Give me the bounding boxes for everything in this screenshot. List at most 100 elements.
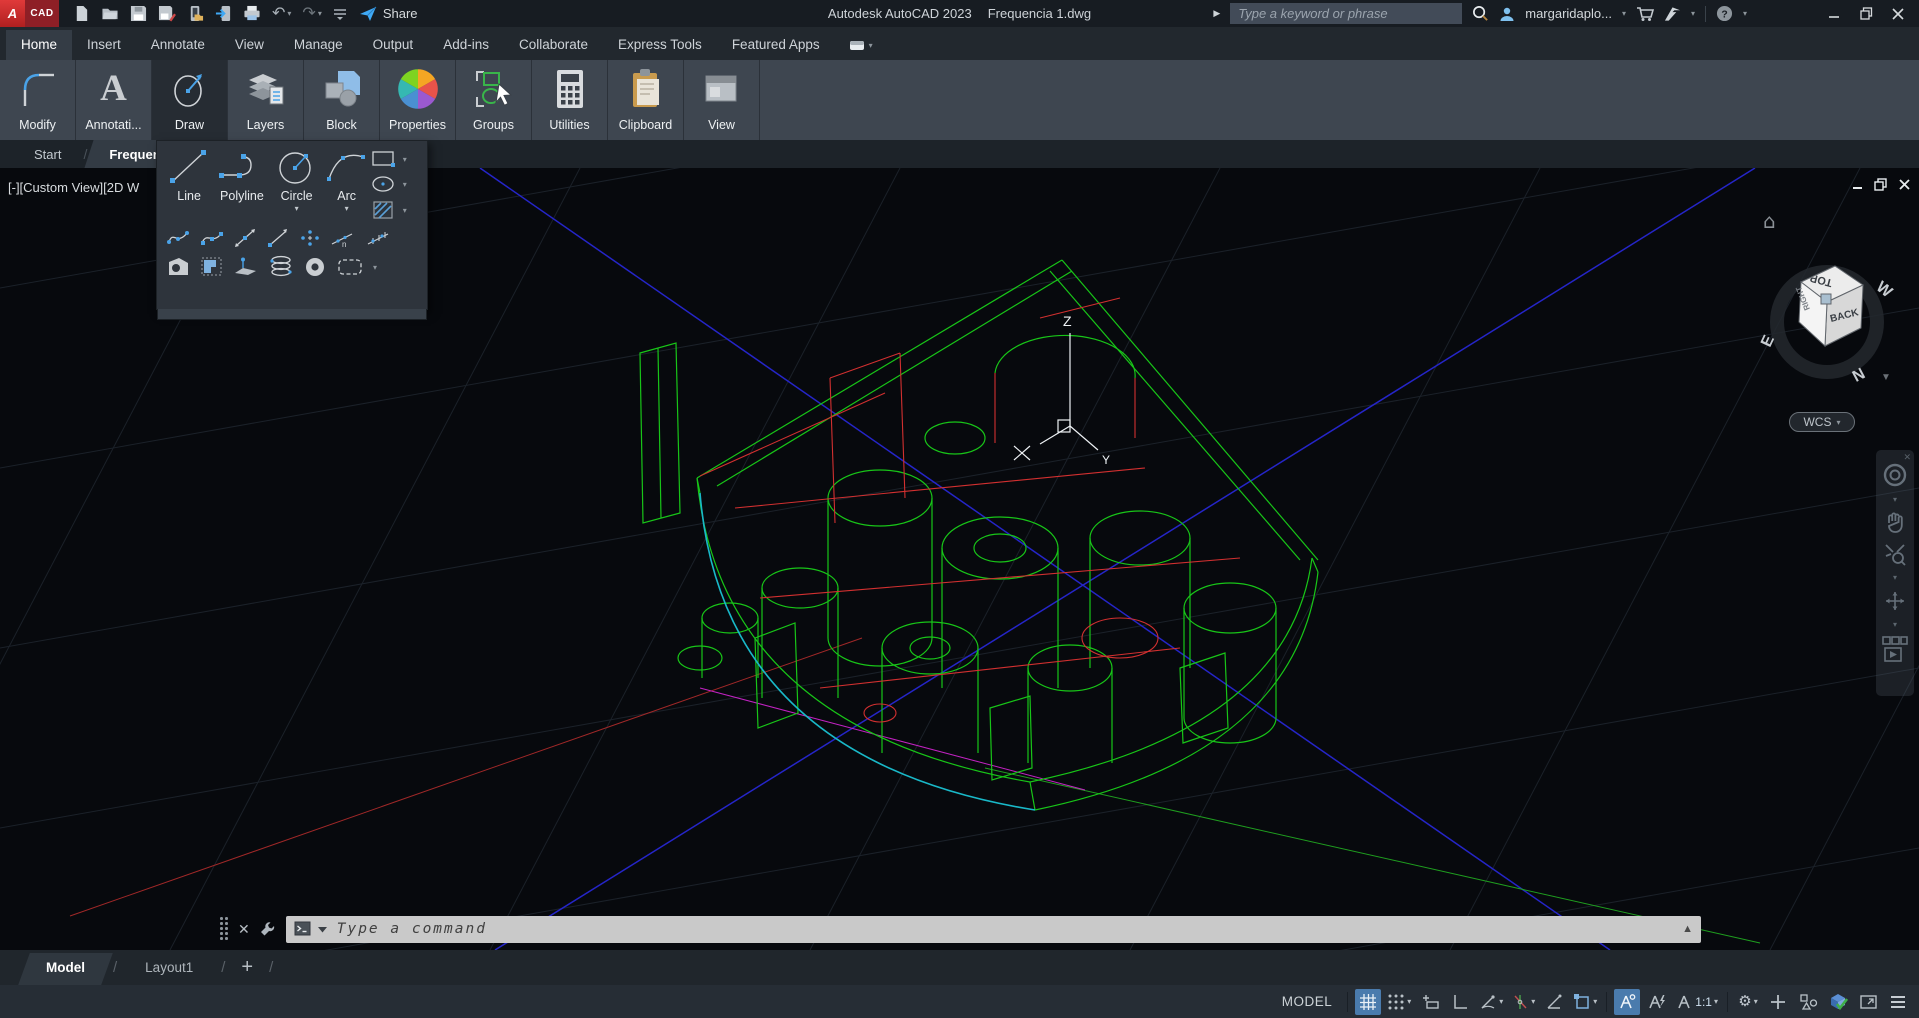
arc-caret-icon[interactable]: ▾: [345, 204, 349, 213]
layout-tab-layout1[interactable]: Layout1: [123, 950, 215, 985]
viewport-restore-icon[interactable]: [1874, 178, 1888, 191]
ray-icon[interactable]: [266, 228, 290, 248]
orbit-caret-icon[interactable]: ▾: [1893, 620, 1897, 629]
model-space-toggle[interactable]: MODEL: [1274, 994, 1341, 1009]
search-expand-icon[interactable]: ▶: [1213, 8, 1220, 19]
undo-icon[interactable]: ↶▾: [272, 6, 291, 22]
blue-construction-line-2[interactable]: [495, 168, 1755, 950]
qat-customize-icon[interactable]: [333, 8, 347, 20]
layout-tab-model[interactable]: Model: [24, 950, 107, 985]
3d-polyline-icon[interactable]: [233, 256, 259, 278]
panel-properties[interactable]: Properties: [380, 60, 456, 140]
viewport-minimize-icon[interactable]: [1851, 178, 1864, 191]
user-caret-icon[interactable]: ▾: [1622, 9, 1626, 18]
region-icon[interactable]: [167, 256, 191, 278]
tool-ellipse[interactable]: ▾: [371, 174, 419, 194]
open-from-mobile-icon[interactable]: [187, 5, 204, 22]
compass-n[interactable]: N: [1850, 365, 1868, 385]
save-icon[interactable]: [130, 5, 147, 22]
tool-rectangle[interactable]: ▾: [371, 149, 419, 169]
tab-manage[interactable]: Manage: [279, 30, 358, 60]
viewcube-corner-highlight[interactable]: [1821, 294, 1831, 304]
dynamic-input-toggle[interactable]: [1417, 989, 1443, 1015]
viewcube-home-icon[interactable]: ⌂: [1763, 209, 1776, 233]
view-cube[interactable]: ⌂ W N E TOP BACK RIGHT ▼ WCS ▾: [1753, 204, 1913, 444]
panel-modify[interactable]: Modify: [0, 60, 76, 140]
zoom-caret-icon[interactable]: ▾: [1893, 573, 1897, 582]
command-prompt-icon[interactable]: [294, 921, 314, 937]
tab-home[interactable]: Home: [6, 30, 72, 60]
annotation-scale-selector[interactable]: 1:1▾: [1674, 989, 1720, 1015]
tool-circle[interactable]: Circle ▾: [271, 147, 323, 221]
tab-addins[interactable]: Add-ins: [428, 30, 504, 60]
save-as-icon[interactable]: [158, 5, 176, 22]
wcs-selector[interactable]: WCS ▾: [1789, 412, 1855, 432]
viewcube-menu-caret[interactable]: ▼: [1881, 372, 1891, 383]
orbit-icon[interactable]: [1883, 589, 1907, 613]
measure-icon[interactable]: [365, 228, 391, 248]
red-axis-line[interactable]: [70, 638, 862, 916]
close-button[interactable]: [1887, 3, 1909, 25]
multiple-points-icon[interactable]: [299, 228, 321, 248]
command-input[interactable]: Type a command ▲: [286, 916, 1701, 943]
redo-icon[interactable]: ↷▾: [302, 6, 321, 22]
user-name[interactable]: margaridaplo...: [1525, 6, 1612, 21]
tab-insert[interactable]: Insert: [72, 30, 136, 60]
navigation-wheel-icon[interactable]: [1882, 462, 1908, 488]
annotation-monitor-toggle[interactable]: [1765, 989, 1791, 1015]
pan-hand-icon[interactable]: [1883, 511, 1907, 535]
panel-view[interactable]: View: [684, 60, 760, 140]
construction-line-icon[interactable]: [233, 228, 257, 248]
minimize-button[interactable]: [1823, 3, 1845, 25]
navwheel-caret-icon[interactable]: ▾: [1893, 495, 1897, 504]
viewport-close-icon[interactable]: [1898, 178, 1911, 191]
open-folder-icon[interactable]: [101, 5, 119, 22]
tab-output[interactable]: Output: [358, 30, 429, 60]
snap-mode-toggle[interactable]: ▾: [1385, 989, 1413, 1015]
search-icon[interactable]: [1472, 5, 1489, 22]
tool-line[interactable]: Line: [165, 147, 213, 221]
flyout-pin-bar[interactable]: [157, 309, 427, 320]
panel-draw[interactable]: Draw: [152, 60, 228, 140]
zoom-icon[interactable]: [1883, 542, 1907, 566]
new-layout-button[interactable]: +: [231, 956, 263, 979]
autodesk-logo-icon[interactable]: [1664, 6, 1681, 22]
restore-button[interactable]: [1855, 3, 1877, 25]
command-grip-handle[interactable]: [220, 917, 229, 941]
tab-view[interactable]: View: [220, 30, 279, 60]
command-customize-icon[interactable]: [259, 920, 277, 938]
tool-arc[interactable]: Arc ▾: [323, 147, 371, 221]
grid-display-toggle[interactable]: [1355, 989, 1381, 1015]
new-file-icon[interactable]: [73, 5, 90, 22]
graphics-performance-button[interactable]: [1825, 989, 1851, 1015]
tool-polyline[interactable]: Polyline: [213, 147, 270, 221]
user-avatar[interactable]: [1499, 6, 1515, 22]
search-input[interactable]: [1230, 3, 1462, 24]
panel-block[interactable]: Block: [304, 60, 380, 140]
panel-layers[interactable]: Layers: [228, 60, 304, 140]
autodesk-caret-icon[interactable]: ▾: [1691, 9, 1695, 18]
help-caret-icon[interactable]: ▾: [1743, 9, 1747, 18]
polar-tracking-toggle[interactable]: ▾: [1477, 989, 1505, 1015]
divide-icon[interactable]: n: [330, 228, 356, 248]
blue-construction-line-1[interactable]: [480, 168, 1610, 950]
export-icon[interactable]: [215, 5, 232, 22]
showmotion-icon[interactable]: [1882, 636, 1908, 666]
tool-hatch[interactable]: ▾: [371, 199, 419, 221]
cart-icon[interactable]: [1636, 6, 1654, 22]
revision-cloud-icon[interactable]: [336, 256, 364, 278]
revcloud-caret-icon[interactable]: ▾: [373, 263, 377, 272]
panel-groups[interactable]: Groups: [456, 60, 532, 140]
help-icon[interactable]: ?: [1716, 5, 1733, 22]
clean-screen-button[interactable]: [1855, 989, 1881, 1015]
command-recent-caret-icon[interactable]: [318, 926, 327, 933]
customization-menu-button[interactable]: [1885, 989, 1911, 1015]
isometric-drafting-toggle[interactable]: ▾: [1509, 989, 1537, 1015]
panel-clipboard[interactable]: Clipboard: [608, 60, 684, 140]
circle-caret-icon[interactable]: ▾: [295, 204, 299, 213]
undo-caret-icon[interactable]: ▾: [287, 9, 291, 18]
redo-caret-icon[interactable]: ▾: [318, 9, 322, 18]
ortho-mode-toggle[interactable]: [1447, 989, 1473, 1015]
wireframe-part[interactable]: [640, 260, 1318, 810]
isolate-objects-button[interactable]: [1795, 989, 1821, 1015]
